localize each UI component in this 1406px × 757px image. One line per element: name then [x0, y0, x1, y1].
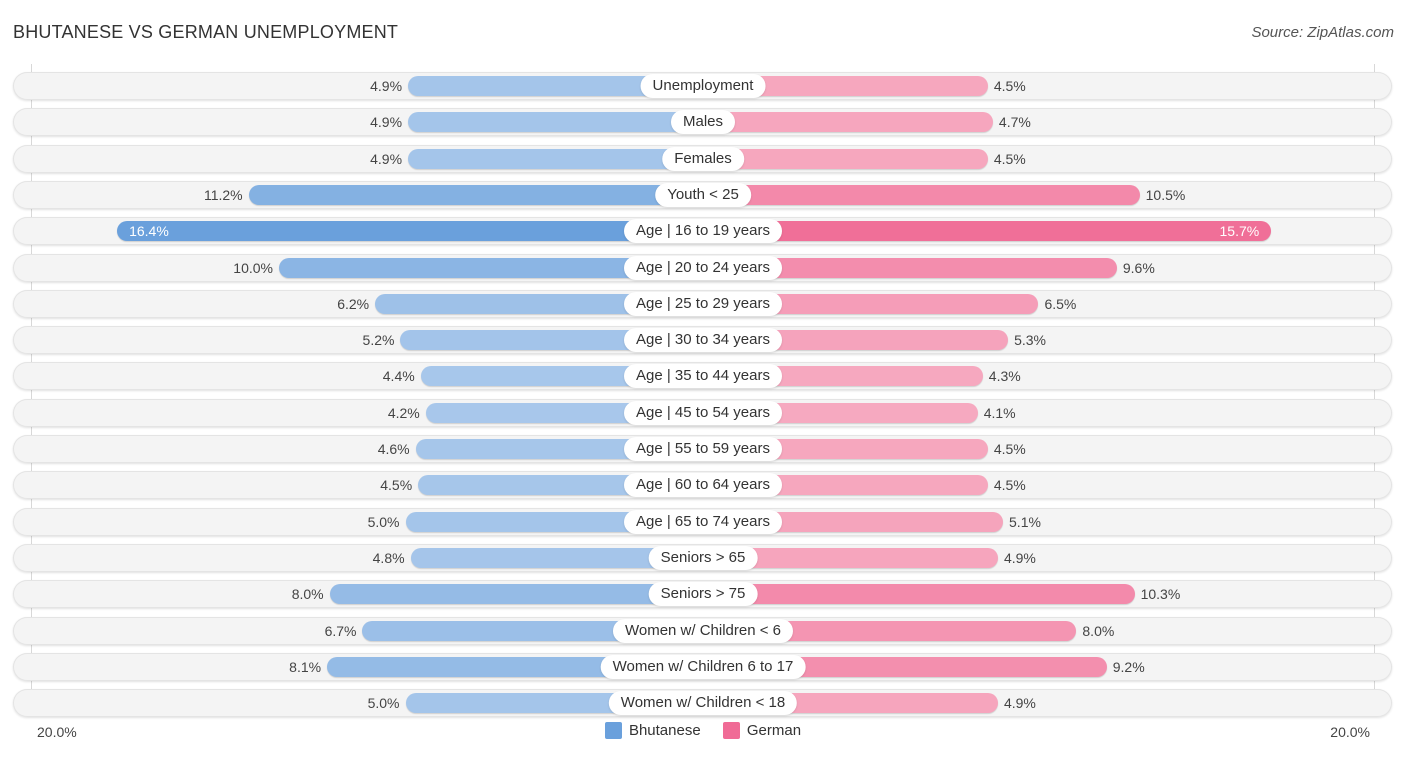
- category-label: Seniors > 75: [648, 582, 758, 607]
- legend-swatch-bhutanese: [604, 722, 622, 739]
- value-label-bhutanese: 4.4%: [382, 368, 415, 385]
- bar-german[interactable]: [703, 184, 1140, 205]
- value-label-german: 4.1%: [983, 404, 1016, 421]
- bar-bhutanese[interactable]: [329, 584, 703, 605]
- value-label-bhutanese: 6.2%: [337, 295, 370, 312]
- value-label-german: 4.3%: [988, 368, 1021, 385]
- value-label-bhutanese: 6.7%: [324, 622, 357, 639]
- bar-bhutanese[interactable]: [408, 112, 703, 133]
- category-label: Females: [662, 146, 744, 171]
- category-label: Males: [670, 110, 736, 135]
- value-label-german: 9.6%: [1122, 259, 1155, 276]
- category-label: Age | 16 to 19 years: [624, 219, 782, 244]
- value-label-german: 10.3%: [1140, 586, 1181, 603]
- legend-label-german: German: [746, 722, 802, 739]
- value-label-bhutanese: 8.1%: [289, 658, 322, 675]
- legend-swatch-german: [722, 722, 740, 739]
- value-label-bhutanese: 5.0%: [367, 513, 400, 530]
- category-label: Age | 45 to 54 years: [624, 400, 782, 425]
- bar-german[interactable]: [703, 221, 1272, 242]
- category-label: Women w/ Children < 6: [612, 618, 794, 643]
- value-label-german: 4.5%: [993, 441, 1026, 457]
- category-label: Women w/ Children < 18: [608, 691, 798, 716]
- value-label-bhutanese: 10.0%: [233, 259, 273, 276]
- value-label-bhutanese: 16.4%: [129, 223, 169, 240]
- legend: Bhutanese German: [0, 722, 1406, 743]
- value-label-german: 4.5%: [993, 78, 1026, 94]
- value-label-bhutanese: 4.9%: [370, 150, 403, 167]
- category-label: Age | 60 to 64 years: [624, 473, 782, 498]
- value-label-bhutanese: 4.2%: [387, 404, 420, 421]
- value-label-bhutanese: 11.2%: [203, 186, 243, 203]
- category-label: Age | 35 to 44 years: [624, 364, 782, 389]
- category-label: Age | 30 to 34 years: [624, 328, 782, 353]
- value-label-bhutanese: 4.5%: [380, 477, 413, 494]
- legend-item-bhutanese[interactable]: Bhutanese: [604, 722, 701, 739]
- value-label-bhutanese: 4.6%: [377, 441, 410, 457]
- value-label-german: 6.5%: [1044, 295, 1077, 312]
- chart-rows: 4.9% 4.5% Unemployment 4.9% 4.7% Males 4.9% 4.5…: [0, 0, 1406, 757]
- value-label-german: 5.3%: [1014, 332, 1046, 349]
- value-label-bhutanese: 5.2%: [362, 332, 395, 349]
- value-label-bhutanese: 4.9%: [370, 114, 403, 131]
- value-label-german: 4.7%: [998, 114, 1031, 131]
- category-label: Age | 65 to 74 years: [624, 509, 782, 534]
- legend-item-german[interactable]: German: [722, 722, 802, 739]
- value-label-german: 4.9%: [1003, 695, 1036, 712]
- category-label: Women w/ Children 6 to 17: [600, 654, 806, 679]
- value-label-german: 15.7%: [1219, 223, 1260, 240]
- category-label: Seniors > 65: [648, 545, 758, 570]
- value-label-german: 8.0%: [1082, 622, 1115, 639]
- bar-bhutanese[interactable]: [408, 148, 703, 169]
- bar-german[interactable]: [703, 112, 993, 133]
- legend-label-bhutanese: Bhutanese: [628, 722, 701, 739]
- value-label-german: 4.5%: [993, 477, 1026, 494]
- category-label: Youth < 25: [655, 182, 751, 207]
- value-label-german: 9.2%: [1112, 658, 1145, 675]
- value-label-bhutanese: 4.9%: [370, 78, 403, 94]
- bar-bhutanese[interactable]: [117, 221, 703, 242]
- category-label: Age | 20 to 24 years: [624, 255, 782, 280]
- value-label-german: 4.5%: [993, 150, 1026, 167]
- value-label-german: 10.5%: [1145, 186, 1186, 203]
- category-label: Unemployment: [640, 74, 766, 98]
- value-label-bhutanese: 4.8%: [372, 549, 405, 566]
- value-label-bhutanese: 8.0%: [291, 586, 324, 603]
- value-label-german: 4.9%: [1003, 549, 1036, 566]
- category-label: Age | 55 to 59 years: [624, 437, 782, 461]
- bar-german[interactable]: [703, 584, 1135, 605]
- bar-german[interactable]: [703, 148, 988, 169]
- value-label-german: 5.1%: [1009, 513, 1041, 530]
- value-label-bhutanese: 5.0%: [367, 695, 400, 712]
- bar-bhutanese[interactable]: [248, 184, 703, 205]
- category-label: Age | 25 to 29 years: [624, 291, 782, 316]
